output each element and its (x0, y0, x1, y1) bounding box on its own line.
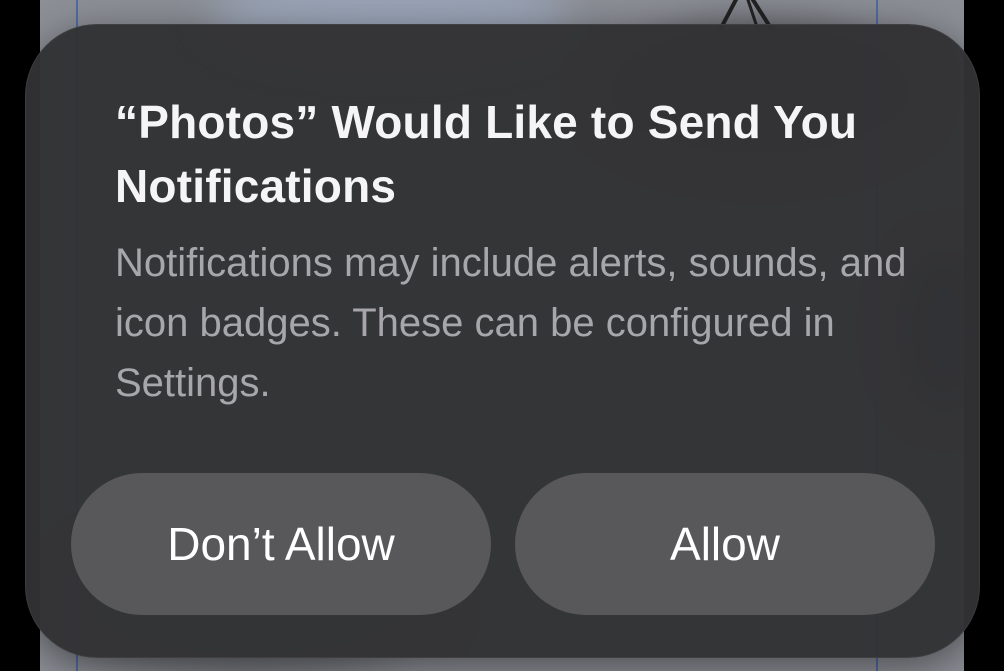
alert-message: Notifications may include alerts, sounds… (115, 241, 907, 405)
screen: “Photos” Would Like to Send You Notifica… (0, 0, 1004, 671)
notification-permission-alert: “Photos” Would Like to Send You Notifica… (25, 24, 980, 658)
allow-button[interactable]: Allow (515, 473, 935, 615)
dont-allow-button[interactable]: Don’t Allow (71, 473, 491, 615)
alert-title: “Photos” Would Like to Send You Notifica… (115, 96, 858, 212)
